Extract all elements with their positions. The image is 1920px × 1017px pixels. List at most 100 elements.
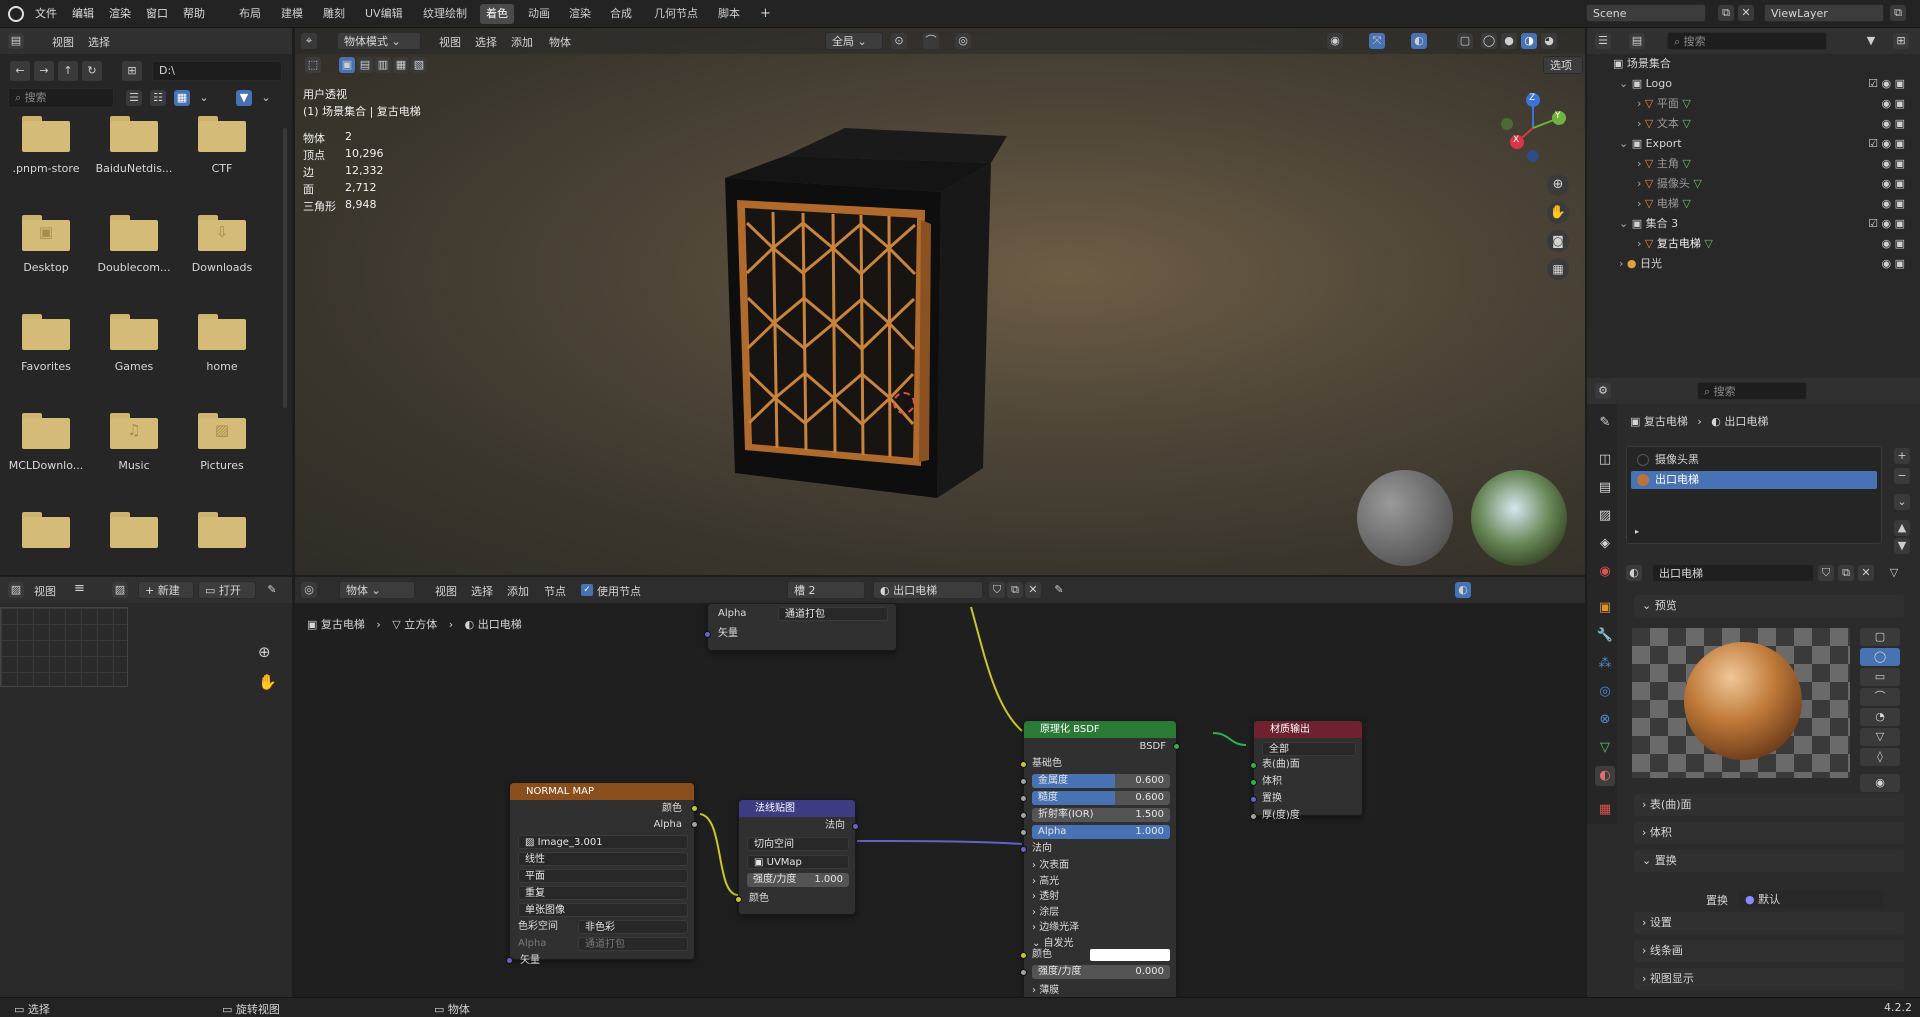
particles-tab-icon[interactable]: ⁂ [1595, 654, 1615, 674]
hand-icon[interactable]: ✋ [258, 673, 277, 691]
bsdf-subsection[interactable]: › 边缘光泽 [1032, 920, 1079, 935]
menu-view[interactable]: 视图 [34, 583, 56, 599]
alpha-mode-dropdown[interactable]: 通道打包 [778, 607, 888, 621]
visibility-toggles[interactable]: ◉ ▣ [1882, 194, 1906, 214]
alpha-mode-dropdown[interactable]: 通道打包 [578, 937, 688, 951]
viewport-type-icon[interactable]: ⌖ [301, 33, 317, 49]
new-folder-icon[interactable]: ⊞ [122, 61, 142, 81]
duplicate-icon[interactable]: ⧉ [1838, 565, 1854, 581]
tab-shading[interactable]: 着色 [480, 4, 514, 24]
outliner-row[interactable]: › ▽ 电梯 ▽ ◉ ▣ [1587, 194, 1917, 214]
folder-label[interactable]: Desktop [1, 261, 91, 274]
outliner-row[interactable]: › ▽ 复古电梯 ▽ ◉ ▣ [1587, 234, 1917, 254]
chevron-right-icon[interactable]: › [1619, 257, 1627, 270]
folder-icon[interactable]: ▨ [198, 413, 246, 449]
emission-strength-socket[interactable] [1020, 969, 1027, 976]
modifier-tab-icon[interactable]: 🔧 [1595, 626, 1615, 646]
tab-geometry-nodes[interactable]: 几何节点 [648, 4, 704, 24]
visibility-toggles[interactable]: ◉ ▣ [1882, 154, 1906, 174]
normal-map-image-node[interactable]: NORMAL MAP 颜色 Alpha ▨ Image_3.001 线性 平面 … [506, 782, 698, 966]
mesh-data-icon[interactable]: ▽ [1679, 157, 1690, 170]
target-dropdown[interactable]: 全部 [1262, 742, 1356, 756]
remove-slot-icon[interactable]: − [1894, 468, 1910, 484]
chevron-down-icon[interactable]: ⌄ [1619, 77, 1632, 90]
parent-dir-icon[interactable]: ↑ [58, 61, 78, 81]
folder-label[interactable]: Games [89, 360, 179, 373]
folder-icon[interactable] [198, 314, 246, 350]
visibility-toggles[interactable]: ◉ ▣ [1882, 234, 1906, 254]
select-extend-icon[interactable]: ▤ [357, 57, 373, 73]
output-node-header[interactable]: 材质输出 [1254, 721, 1362, 738]
chevron-right-icon[interactable]: › [1637, 117, 1645, 130]
fluid-preview-icon[interactable]: ◊ [1860, 748, 1900, 766]
interpolation-dropdown[interactable]: 线性 [518, 852, 688, 866]
sphere-preview-icon[interactable]: ◯ [1860, 648, 1900, 666]
normal-output-socket[interactable] [852, 823, 859, 830]
view-layer-selector[interactable]: ViewLayer [1764, 4, 1884, 22]
section-header[interactable]: › 表(曲)面 [1634, 794, 1904, 816]
visibility-toggles[interactable]: ☑ ◉ ▣ [1868, 74, 1905, 94]
vector-socket[interactable] [704, 631, 711, 638]
visibility-toggles[interactable]: ◉ ▣ [1882, 94, 1906, 114]
tab-layout[interactable]: 布局 [233, 4, 267, 24]
visibility-toggles[interactable]: ☑ ◉ ▣ [1868, 134, 1905, 154]
filter-options-icon[interactable]: ⌄ [258, 90, 274, 106]
move-down-icon[interactable]: ▼ [1894, 538, 1910, 554]
roughness-field[interactable]: 糙度 0.600 [1032, 791, 1170, 805]
list-vertical-icon[interactable]: ☰ [126, 90, 142, 106]
folder-label[interactable]: Doublecom... [89, 261, 179, 274]
shading-solid-icon[interactable]: ● [1501, 33, 1517, 49]
menu-window[interactable]: 窗口 [146, 5, 168, 21]
tab-scripting[interactable]: 脚本 [712, 4, 746, 24]
fake-user-icon[interactable]: ⛉ [1818, 565, 1834, 581]
chevron-down-icon[interactable]: ⌄ [1619, 217, 1632, 230]
color-output-socket[interactable] [691, 805, 698, 812]
monkey-preview-icon[interactable]: ◔ [1860, 708, 1900, 726]
delete-scene-icon[interactable]: ✕ [1738, 5, 1754, 21]
tab-modeling[interactable]: 建模 [275, 4, 309, 24]
strength-field[interactable]: 强度/力度 1.000 [747, 873, 849, 887]
color-input-socket[interactable] [735, 896, 742, 903]
thumbnails-icon[interactable]: ▦ [174, 90, 190, 106]
scene-collection-row[interactable]: ▣ 场景集合 [1587, 54, 1917, 74]
cube-preview-icon[interactable]: ▭ [1860, 668, 1900, 686]
folder-icon[interactable] [110, 116, 158, 152]
elevator-model[interactable] [725, 128, 1007, 538]
bsdf-subsection[interactable]: › 次表面 [1032, 858, 1069, 873]
tab-uv-editing[interactable]: UV编辑 [359, 4, 409, 24]
mesh-data-icon[interactable]: ▽ [1679, 117, 1690, 130]
outliner-row[interactable]: ⌄ ▣ Export ☑ ◉ ▣ [1587, 134, 1917, 154]
extension-dropdown[interactable]: 重复 [518, 886, 688, 900]
metallic-field[interactable]: 金属度 0.600 [1032, 774, 1170, 788]
material-name-field[interactable]: 出口电梯 [1652, 564, 1814, 582]
outliner-row[interactable]: ⌄ ▣ Logo ☑ ◉ ▣ [1587, 74, 1917, 94]
blender-logo-icon[interactable] [8, 6, 24, 22]
folder-icon[interactable]: ⇩ [198, 215, 246, 251]
outliner-row[interactable]: › ▽ 文本 ▽ ◉ ▣ [1587, 114, 1917, 134]
chevron-right-icon[interactable]: › [1637, 237, 1645, 250]
select-new-icon[interactable]: ▣ [339, 57, 355, 73]
bsdf-subsection[interactable]: › 涂层 [1032, 905, 1059, 920]
forward-icon[interactable]: → [34, 61, 54, 81]
chevron-right-icon[interactable]: › [1637, 177, 1645, 190]
output-tab-icon[interactable]: ▤ [1595, 478, 1615, 498]
image-browse-icon[interactable]: ▨ [112, 582, 128, 598]
chevron-right-icon[interactable]: › [1637, 157, 1645, 170]
visibility-toggles[interactable]: ◉ ▣ [1882, 174, 1906, 194]
new-scene-icon[interactable]: ⧉ [1718, 5, 1734, 21]
section-header[interactable]: › 体积 [1634, 822, 1904, 844]
folder-label[interactable]: MCLDownlo... [1, 459, 91, 472]
outliner-search-input[interactable]: ⌕ 搜索 [1667, 32, 1827, 50]
select-tool-icon[interactable]: ⬚ [305, 57, 321, 73]
menu-select[interactable]: 选择 [475, 34, 497, 50]
outliner-row[interactable]: › ▽ 平面 ▽ ◉ ▣ [1587, 94, 1917, 114]
filter-icon[interactable]: ▼ [236, 90, 252, 106]
move-up-icon[interactable]: ▲ [1894, 520, 1910, 536]
select-subtract-icon[interactable]: ▥ [375, 57, 391, 73]
constraints-tab-icon[interactable]: ⊗ [1595, 710, 1615, 730]
xray-icon[interactable]: ▢ [1457, 33, 1473, 49]
transform-orientation[interactable]: 全局 ⌄ [825, 32, 883, 50]
new-image-button[interactable]: + 新建 [138, 581, 194, 599]
uvmap-selector[interactable]: ▣ UVMap [747, 855, 849, 869]
new-collection-icon[interactable]: ⊞ [1893, 33, 1909, 49]
